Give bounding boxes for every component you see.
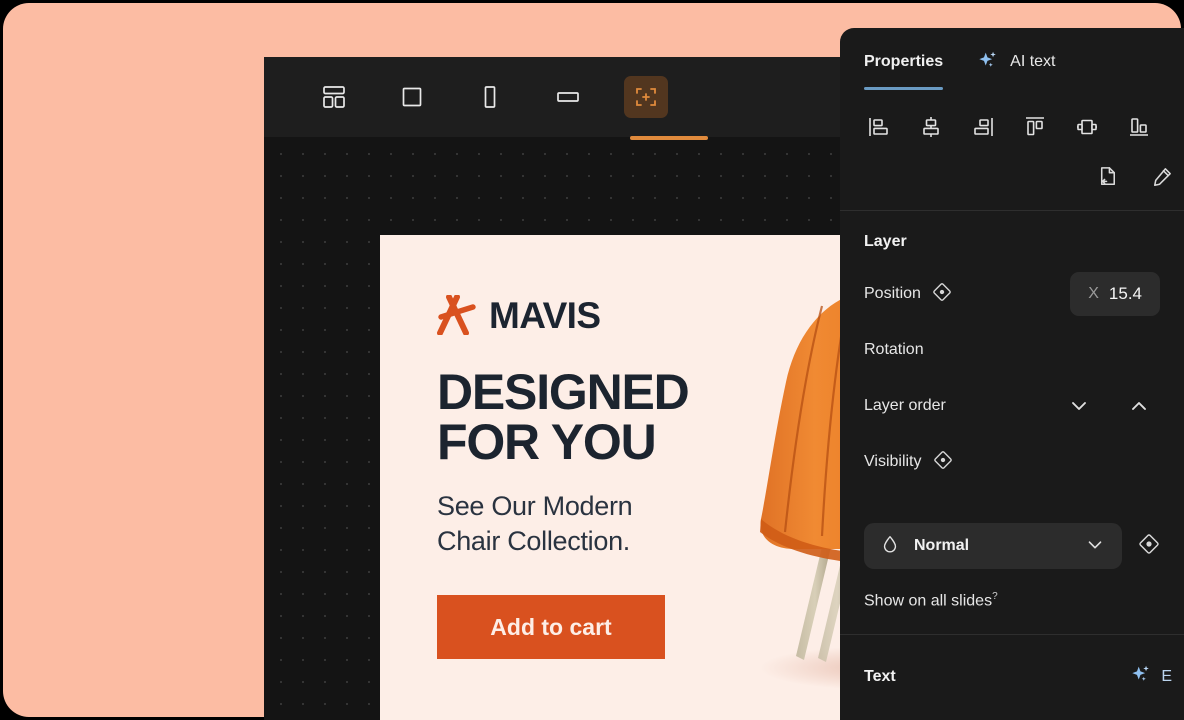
mavis-logo-icon — [437, 294, 479, 336]
position-label-group: Position — [864, 282, 1070, 307]
layer-order-controls — [1066, 393, 1160, 419]
editor-canvas: MAVIS DESIGNED FOR YOU See Our Modern Ch… — [264, 57, 840, 720]
panel-tab-bar: Properties AI text — [840, 28, 1184, 96]
properties-panel: Properties AI text Layer Position X 15.4… — [840, 28, 1184, 720]
text-ai-label: E — [1161, 667, 1172, 685]
position-label: Position — [864, 285, 921, 302]
canvas-toolbar — [264, 57, 840, 137]
text-section-title: Text — [864, 667, 896, 685]
slide-content: MAVIS DESIGNED FOR YOU See Our Modern Ch… — [437, 294, 797, 660]
align-right-icon[interactable] — [966, 110, 1000, 144]
blend-mode-value: Normal — [914, 537, 970, 554]
eyedropper-icon[interactable] — [1144, 160, 1178, 194]
landscape-frame-icon[interactable] — [546, 76, 590, 118]
position-x-field[interactable]: X 15.4 — [1070, 272, 1160, 316]
position-row: Position X 15.4 — [864, 271, 1160, 317]
brand-lockup: MAVIS — [437, 294, 797, 336]
tab-properties[interactable]: Properties — [864, 28, 944, 96]
alignment-toolbar — [840, 96, 1184, 150]
slide-artboard[interactable]: MAVIS DESIGNED FOR YOU See Our Modern Ch… — [380, 235, 840, 720]
visibility-row: Visibility — [864, 439, 1160, 485]
brand-name: MAVIS — [489, 294, 601, 336]
visibility-keyframe-diamond-icon[interactable] — [933, 450, 953, 475]
blend-chevron-down-icon — [1084, 533, 1106, 560]
text-section: Text E — [840, 635, 1184, 700]
text-ai-action[interactable]: E — [1130, 663, 1172, 690]
align-top-icon[interactable] — [1018, 110, 1052, 144]
text-sparkle-icon — [1130, 663, 1152, 690]
chevron-down-icon[interactable] — [1066, 393, 1092, 419]
add-to-cart-button[interactable]: Add to cart — [437, 595, 665, 660]
align-bottom-icon[interactable] — [1122, 110, 1156, 144]
show-on-all-slides-label: Show on all slides — [864, 592, 993, 610]
layer-order-row: Layer order — [864, 383, 1160, 429]
blend-keyframe-diamond-icon[interactable] — [1138, 533, 1160, 560]
sparkle-icon — [977, 49, 999, 76]
droplet-icon — [880, 534, 900, 559]
slide-headline: DESIGNED FOR YOU — [437, 364, 690, 470]
crop-frame-icon[interactable] — [624, 76, 668, 118]
show-on-all-slides-help[interactable]: ? — [992, 591, 998, 602]
layer-order-label: Layer order — [864, 397, 946, 414]
replace-image-icon[interactable] — [1090, 160, 1124, 194]
rotation-row: Rotation — [864, 327, 1160, 373]
visibility-label: Visibility — [864, 453, 922, 470]
keyframe-diamond-icon[interactable] — [932, 282, 952, 307]
tab-ai-text-label: AI text — [1010, 53, 1056, 70]
blend-mode-row: Normal — [840, 505, 1184, 569]
slide-subheadline: See Our Modern Chair Collection. — [437, 491, 633, 556]
align-center-vertical-icon[interactable] — [1070, 110, 1104, 144]
portrait-frame-icon[interactable] — [468, 76, 512, 118]
position-x-axis-label: X — [1088, 285, 1099, 302]
layer-section: Layer Position X 15.4 Rotation Layer ord… — [840, 211, 1184, 505]
align-left-icon[interactable] — [862, 110, 896, 144]
show-on-all-slides-row[interactable]: Show on all slides? — [840, 569, 1184, 634]
chevron-up-icon[interactable] — [1126, 393, 1152, 419]
tab-properties-label: Properties — [864, 53, 944, 70]
align-center-horizontal-icon[interactable] — [914, 110, 948, 144]
visibility-label-group: Visibility — [864, 450, 1160, 475]
tab-ai-text[interactable]: AI text — [977, 28, 1056, 96]
blend-mode-select[interactable]: Normal — [864, 523, 1122, 569]
app-root: MAVIS DESIGNED FOR YOU See Our Modern Ch… — [0, 0, 1184, 720]
active-tool-underline — [630, 136, 708, 140]
layout-grid-icon[interactable] — [312, 76, 356, 118]
layer-section-title: Layer — [864, 233, 907, 250]
position-x-value: 15.4 — [1108, 284, 1142, 303]
rotation-label: Rotation — [864, 341, 924, 358]
square-frame-icon[interactable] — [390, 76, 434, 118]
panel-action-row — [840, 150, 1184, 210]
